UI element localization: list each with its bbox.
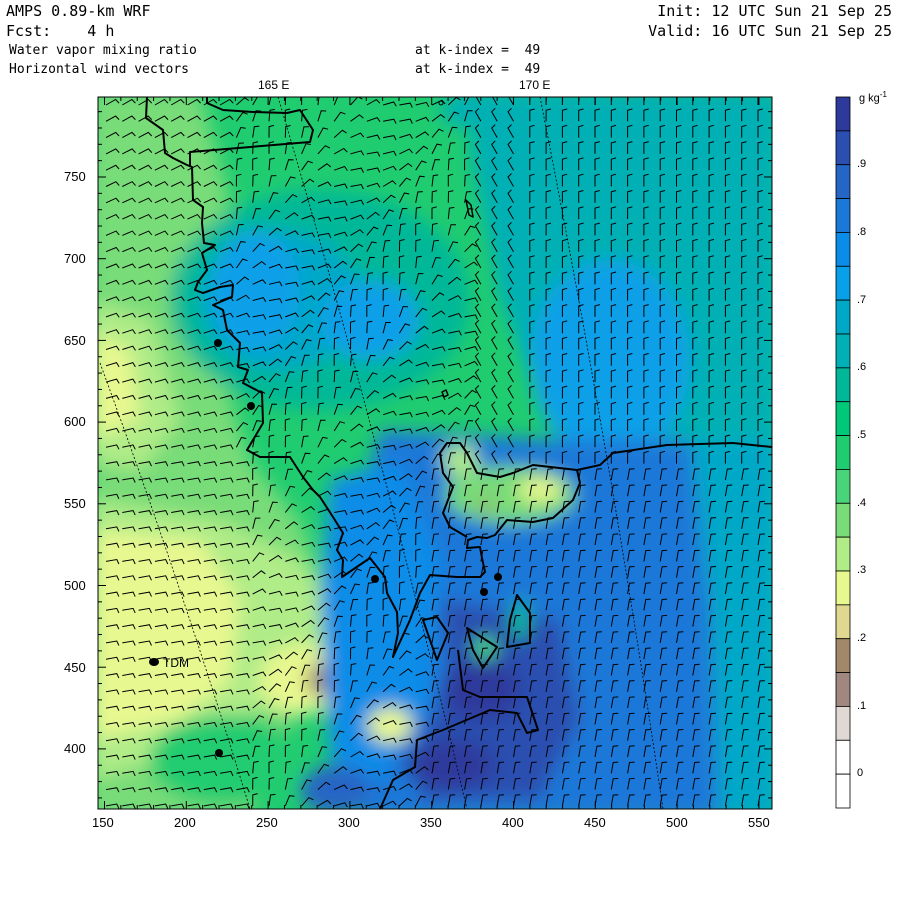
field1-name: Water vapor mixing ratio xyxy=(9,43,197,58)
colorbar-label: .6 xyxy=(857,361,867,373)
valid-time: Valid: 16 UTC Sun 21 Sep 25 xyxy=(648,22,892,40)
colorbar-label: .7 xyxy=(857,294,867,306)
colorbar-swatch xyxy=(835,536,851,572)
field1-level: at k-index = 49 xyxy=(415,43,541,58)
colorbar-swatch xyxy=(835,164,851,199)
meridian-label-170e: 170 E xyxy=(519,78,551,92)
station-marker xyxy=(247,402,255,410)
colorbar-swatch xyxy=(835,604,851,640)
colorbar-swatch xyxy=(835,232,851,267)
map-plot: TDM xyxy=(97,96,851,810)
colorbar-units: g kg-1 xyxy=(859,90,887,105)
field2-name: Horizontal wind vectors xyxy=(9,62,190,77)
colorbar-swatch xyxy=(835,773,851,809)
colorbar-swatch xyxy=(835,435,851,470)
colorbar-swatch xyxy=(835,96,851,132)
y-tick-label: 500 xyxy=(64,578,86,593)
forecast-hour: Fcst: 4 h xyxy=(6,22,115,40)
y-tick-label: 750 xyxy=(64,169,86,184)
colorbar-swatch xyxy=(835,706,851,741)
model-title: AMPS 0.89-km WRF xyxy=(6,2,151,20)
colorbar-label: .3 xyxy=(857,564,867,576)
station-marker xyxy=(480,588,488,596)
colorbar-label: 0 xyxy=(857,767,864,779)
colorbar-label: .1 xyxy=(857,700,867,712)
x-tick-label: 300 xyxy=(338,815,360,830)
colorbar-units-text: g kg xyxy=(859,92,880,105)
colorbar-swatch xyxy=(835,401,851,436)
station-marker xyxy=(371,575,379,583)
x-tick-label: 250 xyxy=(256,815,278,830)
colorbar-swatch xyxy=(835,130,851,166)
colorbar-swatch xyxy=(835,672,851,707)
x-tick-label: 200 xyxy=(174,815,196,830)
colorbar-label: .8 xyxy=(857,226,867,238)
x-tick-label: 550 xyxy=(748,815,770,830)
colorbar-swatch xyxy=(835,570,851,606)
colorbar-swatch xyxy=(835,739,851,775)
station-marker xyxy=(214,339,222,347)
y-tick-label: 650 xyxy=(64,333,86,348)
x-tick-label: 350 xyxy=(420,815,442,830)
y-tick-label: 550 xyxy=(64,496,86,511)
colorbar-label: .4 xyxy=(857,497,867,509)
x-tick-label: 450 xyxy=(584,815,606,830)
colorbar-swatch xyxy=(835,638,851,673)
meridian-label-165e: 165 E xyxy=(258,78,290,92)
x-tick-label: 500 xyxy=(666,815,688,830)
x-tick-label: 400 xyxy=(502,815,524,830)
station-marker-tdm xyxy=(149,658,159,666)
y-tick-label: 600 xyxy=(64,414,86,429)
station-label-tdm: TDM xyxy=(163,656,189,670)
colorbar-label: .9 xyxy=(857,158,867,170)
y-tick-label: 700 xyxy=(64,251,86,266)
colorbar-swatch xyxy=(835,265,851,301)
init-time: Init: 12 UTC Sun 21 Sep 25 xyxy=(657,2,892,20)
colorbar-swatch xyxy=(835,333,851,369)
station-marker xyxy=(494,573,502,581)
colorbar xyxy=(835,96,851,809)
field2-level: at k-index = 49 xyxy=(415,62,541,77)
colorbar-label: .2 xyxy=(857,632,867,644)
mixing-ratio-field: TDM xyxy=(98,97,772,809)
colorbar-swatch xyxy=(835,469,851,504)
colorbar-swatch xyxy=(835,198,851,233)
y-tick-label: 450 xyxy=(64,660,86,675)
colorbar-units-exponent: -1 xyxy=(879,90,887,99)
x-tick-label: 150 xyxy=(92,815,114,830)
colorbar-swatch xyxy=(835,367,851,403)
colorbar-swatch xyxy=(835,502,851,538)
station-marker xyxy=(215,749,223,757)
y-tick-label: 400 xyxy=(64,741,86,756)
colorbar-swatch xyxy=(835,299,851,335)
colorbar-label: .5 xyxy=(857,429,867,441)
